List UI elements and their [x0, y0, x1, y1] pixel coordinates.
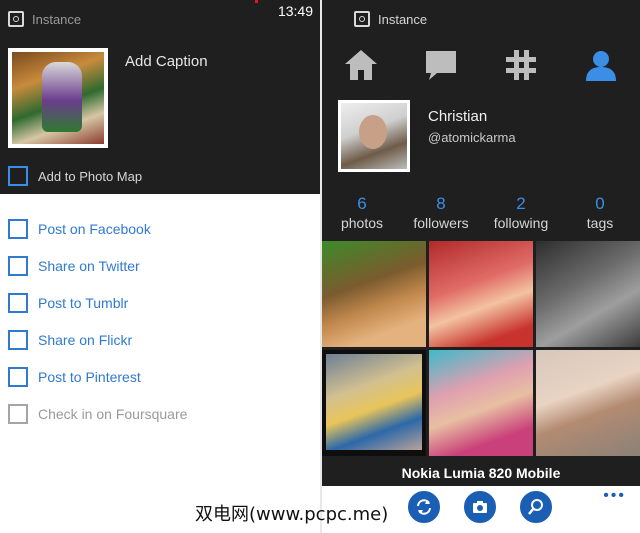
photo-image	[12, 52, 104, 144]
app-title: Instance	[32, 11, 82, 27]
instagram-icon	[8, 11, 24, 27]
refresh-button[interactable]	[408, 491, 440, 523]
photo-tile[interactable]	[322, 241, 426, 347]
more-menu-button[interactable]: •••	[603, 488, 626, 504]
tumblr-checkbox[interactable]	[8, 293, 28, 313]
toy-figure	[42, 62, 82, 132]
refresh-icon	[417, 499, 431, 515]
instagram-icon	[354, 11, 370, 27]
facebook-checkbox[interactable]	[8, 219, 28, 239]
photo-tile[interactable]	[322, 350, 426, 456]
home-icon[interactable]	[343, 47, 379, 83]
stat-following[interactable]: 2 following	[481, 195, 561, 233]
profile-name: Christian	[428, 108, 488, 125]
photo-tile[interactable]	[429, 350, 533, 456]
search-button[interactable]	[520, 491, 552, 523]
profile-panel: Instance Christian @atomickarma 6 photos…	[322, 0, 640, 533]
comment-icon[interactable]	[423, 47, 459, 83]
photo-tile-image	[326, 354, 422, 450]
stat-followers-label: followers	[413, 215, 469, 231]
avatar	[338, 100, 410, 172]
post-header-area: Instance 13:49 Add Caption Add to Photo …	[0, 0, 320, 194]
photo-map-checkbox[interactable]	[8, 166, 28, 186]
notification-mark	[255, 0, 258, 3]
add-caption-field[interactable]: Add Caption	[125, 53, 208, 70]
foursquare-label: Check in on Foursquare	[38, 406, 188, 422]
hashtag-icon[interactable]	[503, 47, 539, 83]
photo-tile[interactable]	[536, 241, 640, 347]
stat-tags[interactable]: 0 tags	[560, 195, 640, 233]
profile-icon[interactable]	[583, 47, 619, 83]
photo-tile[interactable]	[429, 241, 533, 347]
twitter-checkbox[interactable]	[8, 256, 28, 276]
camera-button[interactable]	[464, 491, 496, 523]
share-options: Post on Facebook Share on Twitter Post t…	[0, 194, 320, 533]
stat-photos-label: photos	[340, 215, 384, 231]
tumblr-label[interactable]: Post to Tumblr	[38, 295, 128, 311]
stat-followers-value: 8	[436, 194, 446, 213]
stat-followers[interactable]: 8 followers	[401, 195, 481, 233]
photo-tile[interactable]	[536, 350, 640, 456]
stat-photos[interactable]: 6 photos	[322, 195, 402, 233]
foursquare-checkbox	[8, 404, 28, 424]
avatar-face	[359, 115, 387, 149]
status-time: 13:49	[277, 3, 313, 19]
flickr-label[interactable]: Share on Flickr	[38, 332, 132, 348]
device-caption: Nokia Lumia 820 Mobile	[401, 465, 561, 481]
pinterest-label[interactable]: Post to Pinterest	[38, 369, 141, 385]
photo-thumbnail[interactable]	[8, 48, 108, 148]
post-panel: Instance 13:49 Add Caption Add to Photo …	[0, 0, 320, 533]
watermark-text: 双电网(www.pcpc.me)	[195, 504, 389, 525]
flickr-checkbox[interactable]	[8, 330, 28, 350]
app-title-row: Instance	[8, 11, 81, 27]
twitter-label[interactable]: Share on Twitter	[38, 258, 140, 274]
app-title-row-right: Instance	[354, 11, 427, 27]
avatar-image	[341, 103, 407, 169]
stat-photos-value: 6	[357, 194, 367, 213]
camera-icon	[473, 501, 487, 513]
app-title: Instance	[378, 11, 428, 27]
stat-tags-value: 0	[595, 194, 605, 213]
stat-following-value: 2	[516, 194, 526, 213]
stat-following-label: following	[493, 215, 549, 231]
facebook-label[interactable]: Post on Facebook	[38, 221, 151, 237]
search-icon	[528, 499, 543, 515]
stat-tags-label: tags	[586, 215, 614, 231]
photo-map-label: Add to Photo Map	[38, 169, 143, 184]
photo-grid	[322, 241, 640, 457]
profile-handle: @atomickarma	[428, 130, 516, 145]
pinterest-checkbox[interactable]	[8, 367, 28, 387]
